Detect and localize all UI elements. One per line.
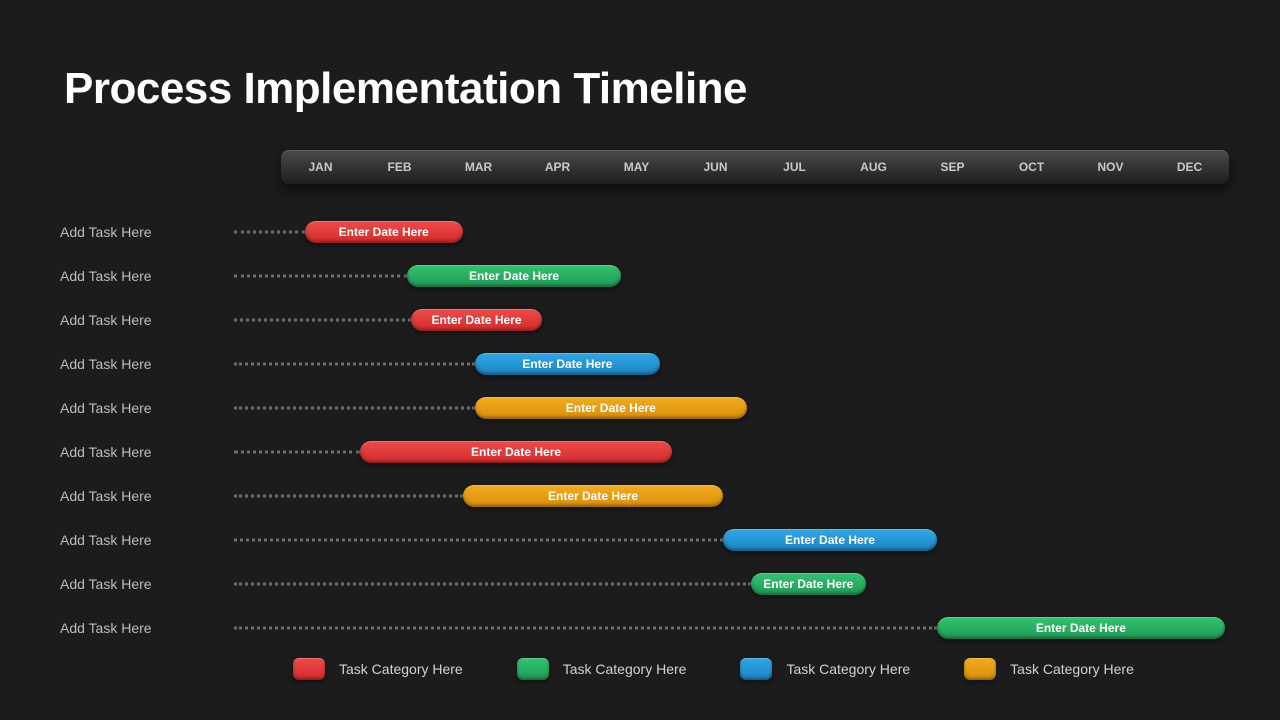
- gantt-row: Enter Date Here: [60, 386, 1230, 430]
- legend-label: Task Category Here: [339, 661, 463, 677]
- gantt-row: Enter Date Here: [60, 474, 1230, 518]
- gantt-bar[interactable]: Enter Date Here: [463, 485, 724, 507]
- row-leader-dotted: [234, 539, 723, 542]
- row-leader-dotted: [234, 275, 407, 278]
- month-header: JAN: [281, 150, 360, 184]
- month-header: AUG: [834, 150, 913, 184]
- month-header: JUN: [676, 150, 755, 184]
- legend-label: Task Category Here: [563, 661, 687, 677]
- month-header: OCT: [992, 150, 1071, 184]
- gantt-row: Enter Date Here: [60, 342, 1230, 386]
- month-header: SEP: [913, 150, 992, 184]
- gantt-bar[interactable]: Enter Date Here: [475, 397, 748, 419]
- month-header: DEC: [1150, 150, 1229, 184]
- gantt-row: Enter Date Here: [60, 210, 1230, 254]
- row-leader-dotted: [234, 583, 751, 586]
- month-header: MAR: [439, 150, 518, 184]
- slide: Process Implementation Timeline JANFEBMA…: [0, 0, 1280, 720]
- row-leader-dotted: [234, 231, 305, 234]
- month-header: FEB: [360, 150, 439, 184]
- gantt-row: Enter Date Here: [60, 606, 1230, 650]
- month-header: JUL: [755, 150, 834, 184]
- month-header: MAY: [597, 150, 676, 184]
- gantt-row: Enter Date Here: [60, 562, 1230, 606]
- gantt-rows: Enter Date Here Enter Date Here Enter Date…: [60, 210, 1230, 650]
- row-leader-dotted: [234, 319, 411, 322]
- gantt-bar[interactable]: Enter Date Here: [305, 221, 463, 243]
- legend-swatch: [517, 658, 549, 680]
- month-header: NOV: [1071, 150, 1150, 184]
- legend-item: Task Category Here: [293, 658, 463, 680]
- months-axis: JANFEBMARAPRMAYJUNJULAUGSEPOCTNOVDEC: [281, 150, 1229, 184]
- gantt-row: Enter Date Here: [60, 254, 1230, 298]
- legend-label: Task Category Here: [1010, 661, 1134, 677]
- gantt-bar[interactable]: Enter Date Here: [937, 617, 1225, 639]
- row-leader-dotted: [234, 495, 463, 498]
- month-header: APR: [518, 150, 597, 184]
- slide-title: Process Implementation Timeline: [64, 64, 747, 114]
- legend-item: Task Category Here: [517, 658, 687, 680]
- legend-item: Task Category Here: [740, 658, 910, 680]
- legend-swatch: [293, 658, 325, 680]
- gantt-row: Enter Date Here: [60, 298, 1230, 342]
- gantt-bar[interactable]: Enter Date Here: [407, 265, 620, 287]
- gantt-row: Enter Date Here: [60, 430, 1230, 474]
- legend-item: Task Category Here: [964, 658, 1134, 680]
- gantt-bar[interactable]: Enter Date Here: [751, 573, 866, 595]
- legend-swatch: [964, 658, 996, 680]
- gantt-row: Enter Date Here: [60, 518, 1230, 562]
- row-leader-dotted: [234, 627, 937, 630]
- gantt-bar[interactable]: Enter Date Here: [360, 441, 672, 463]
- legend-label: Task Category Here: [786, 661, 910, 677]
- row-leader-dotted: [234, 363, 475, 366]
- row-leader-dotted: [234, 407, 475, 410]
- legend: Task Category Here Task Category Here Task…: [293, 658, 1134, 680]
- gantt-bar[interactable]: Enter Date Here: [411, 309, 541, 331]
- legend-swatch: [740, 658, 772, 680]
- gantt-bar[interactable]: Enter Date Here: [475, 353, 661, 375]
- row-leader-dotted: [234, 451, 360, 454]
- gantt-bar[interactable]: Enter Date Here: [723, 529, 936, 551]
